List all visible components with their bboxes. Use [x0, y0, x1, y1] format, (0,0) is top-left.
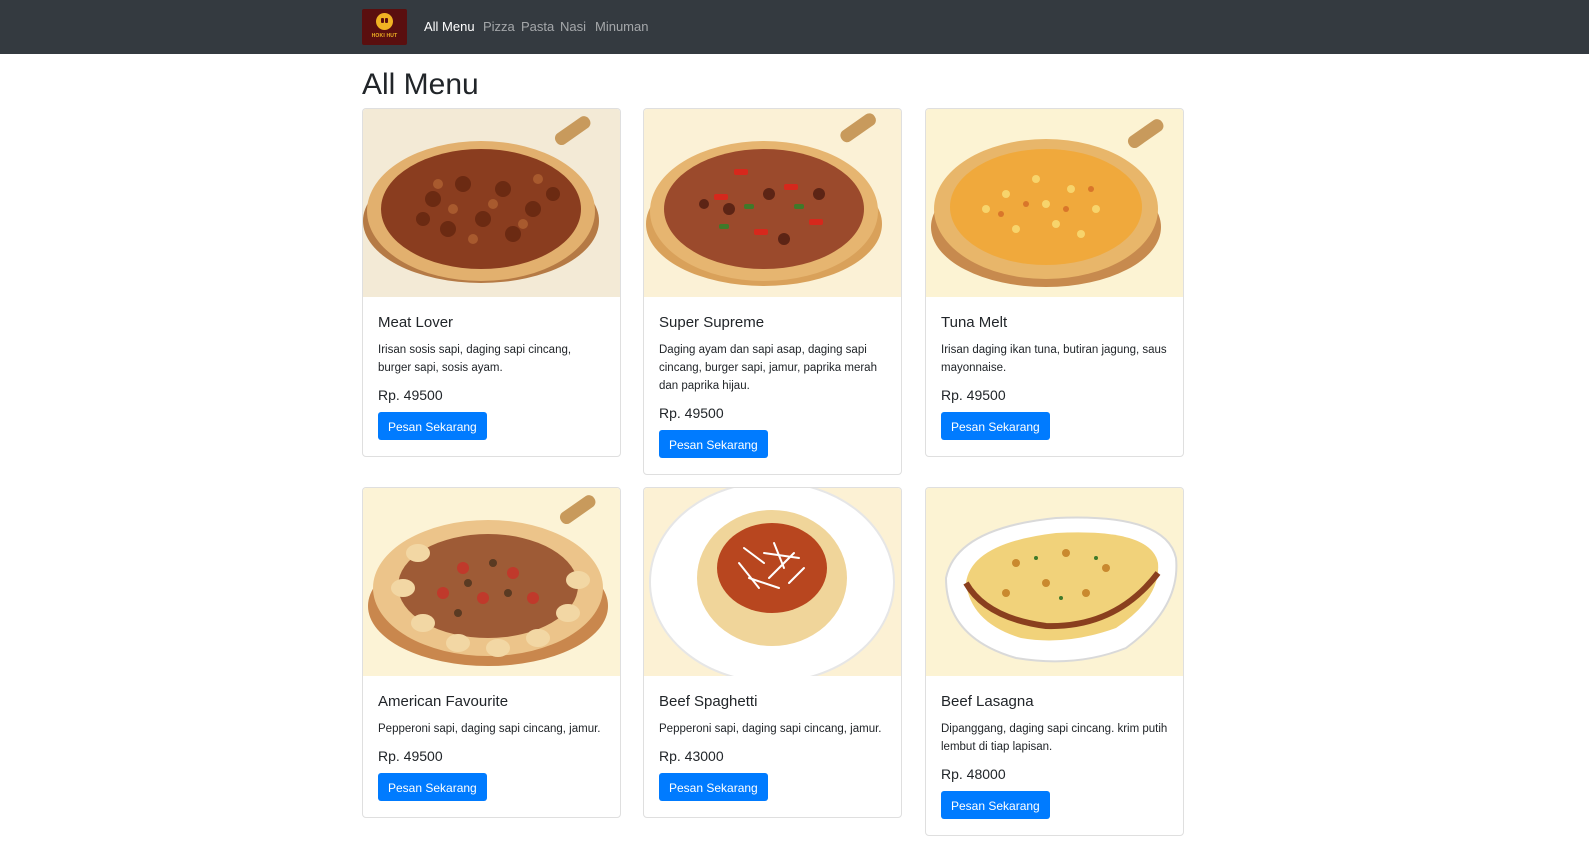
brand-logo[interactable]: HOKI HUT	[362, 9, 407, 45]
menu-item-description: Irisan daging ikan tuna, butiran jagung,…	[941, 344, 1167, 374]
pizza-meat-lover-image	[363, 109, 620, 297]
card-body: Super Supreme Daging ayam dan sapi asap,…	[659, 313, 888, 458]
pizza-tuna-melt-image	[926, 109, 1183, 297]
navbar: HOKI HUT All Menu Pizza Pasta Nasi Minum…	[0, 0, 1589, 54]
menu-item-description: Pepperoni sapi, daging sapi cincang, jam…	[378, 723, 601, 735]
menu-item-name: Tuna Melt	[941, 314, 1008, 331]
menu-card: American Favourite Pepperoni sapi, dagin…	[362, 487, 621, 818]
menu-item-description: Irisan sosis sapi, daging sapi cincang, …	[378, 344, 572, 374]
menu-item-price: Rp. 48000	[941, 766, 1006, 782]
menu-card: Beef Spaghetti Pepperoni sapi, daging sa…	[643, 487, 902, 818]
order-button[interactable]: Pesan Sekarang	[941, 791, 1050, 819]
menu-item-price: Rp. 49500	[659, 405, 724, 421]
order-button[interactable]: Pesan Sekarang	[659, 430, 768, 458]
card-body: Beef Spaghetti Pepperoni sapi, daging sa…	[659, 692, 888, 801]
menu-item-description: Pepperoni sapi, daging sapi cincang, jam…	[659, 723, 882, 735]
menu-item-price: Rp. 49500	[378, 748, 443, 764]
menu-item-description: Dipanggang, daging sapi cincang. krim pu…	[941, 723, 1168, 753]
logo-eye-left	[381, 18, 384, 23]
nav-item-pasta[interactable]: Pasta	[521, 19, 554, 35]
order-button[interactable]: Pesan Sekarang	[378, 412, 487, 440]
page-title: All Menu	[362, 68, 479, 101]
order-button[interactable]: Pesan Sekarang	[941, 412, 1050, 440]
nav-item-all-menu[interactable]: All Menu	[424, 19, 475, 35]
menu-item-name: Beef Spaghetti	[659, 693, 758, 710]
nav-item-pizza[interactable]: Pizza	[483, 19, 515, 35]
menu-item-name: American Favourite	[378, 693, 509, 710]
order-button[interactable]: Pesan Sekarang	[659, 773, 768, 801]
nav-item-nasi[interactable]: Nasi	[560, 19, 586, 35]
card-body: Tuna Melt Irisan daging ikan tuna, butir…	[941, 313, 1170, 440]
menu-card: Meat Lover Irisan sosis sapi, daging sap…	[362, 108, 621, 457]
spaghetti-image	[644, 488, 901, 676]
lasagna-image	[926, 488, 1183, 676]
menu-item-name: Super Supreme	[659, 314, 765, 331]
menu-item-price: Rp. 49500	[941, 387, 1006, 403]
logo-eye-right	[385, 18, 388, 23]
menu-item-price: Rp. 43000	[659, 748, 724, 764]
menu-item-description: Daging ayam dan sapi asap, daging sapi c…	[659, 344, 877, 392]
card-body: American Favourite Pepperoni sapi, dagin…	[378, 692, 607, 801]
pizza-super-supreme-image	[644, 109, 901, 297]
menu-card: Super Supreme Daging ayam dan sapi asap,…	[643, 108, 902, 475]
menu-card: Beef Lasagna Dipanggang, daging sapi cin…	[925, 487, 1184, 836]
pizza-american-favourite-image	[363, 488, 620, 676]
logo-text: HOKI HUT	[371, 33, 398, 39]
nav-item-minuman[interactable]: Minuman	[595, 19, 648, 35]
menu-item-name: Beef Lasagna	[941, 693, 1034, 710]
menu-item-name: Meat Lover	[378, 314, 454, 331]
card-body: Beef Lasagna Dipanggang, daging sapi cin…	[941, 692, 1170, 819]
card-body: Meat Lover Irisan sosis sapi, daging sap…	[378, 313, 607, 440]
menu-card: Tuna Melt Irisan daging ikan tuna, butir…	[925, 108, 1184, 457]
menu-item-price: Rp. 49500	[378, 387, 443, 403]
order-button[interactable]: Pesan Sekarang	[378, 773, 487, 801]
